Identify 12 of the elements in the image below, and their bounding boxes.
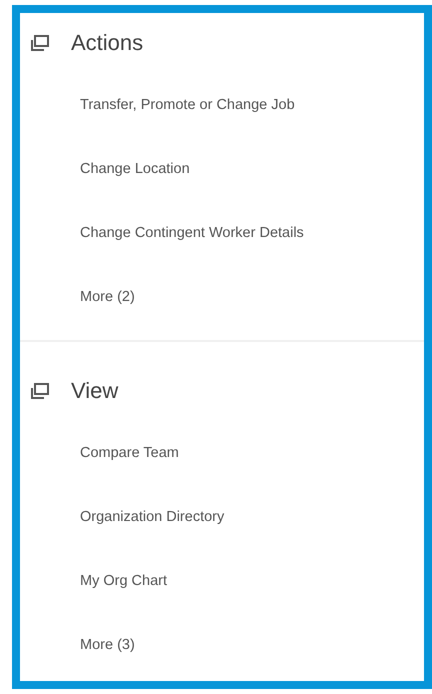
windows-icon [30, 382, 49, 400]
section-title: View [71, 378, 118, 404]
menu-link[interactable]: Change Location [20, 137, 424, 201]
menu-link[interactable]: More (2) [20, 265, 424, 329]
menu-link[interactable]: My Org Chart [20, 549, 424, 613]
menu-link[interactable]: Organization Directory [20, 485, 424, 549]
menu-link[interactable]: Change Contingent Worker Details [20, 201, 424, 265]
windows-icon [30, 34, 49, 52]
menu-link[interactable]: More (3) [20, 613, 424, 677]
menu-link[interactable]: Compare Team [20, 421, 424, 485]
menu-link[interactable]: Transfer, Promote or Change Job [20, 73, 424, 137]
section-title: Actions [71, 30, 144, 56]
